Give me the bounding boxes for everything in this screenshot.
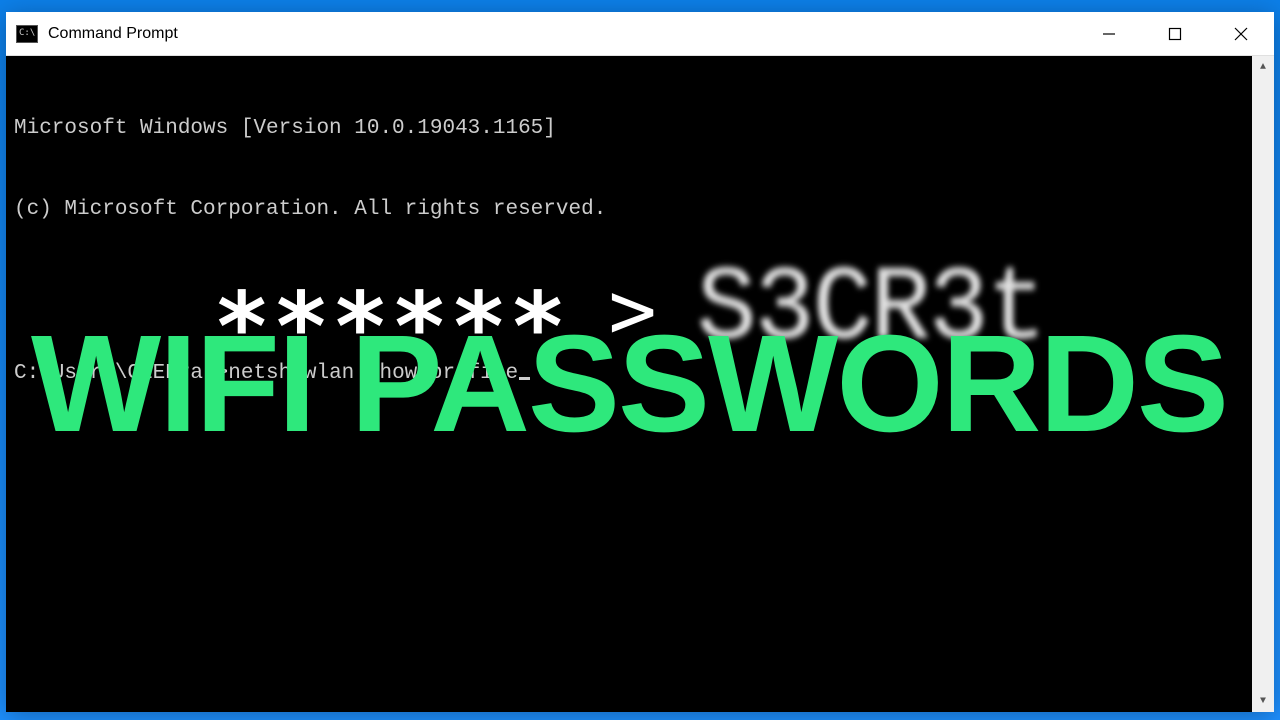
scroll-down-arrow-icon[interactable]: ▼ <box>1252 690 1274 712</box>
headline-text: SHOW ALL WIFI PASSWORDS <box>6 56 1252 702</box>
scroll-track[interactable] <box>1252 78 1274 690</box>
window-controls <box>1076 12 1274 55</box>
minimize-button[interactable] <box>1076 12 1142 55</box>
cmd-icon: C:\ <box>16 25 38 43</box>
command-prompt-window: C:\ Command Prompt Microsoft Windows [Ve… <box>6 12 1274 712</box>
maximize-button[interactable] <box>1142 12 1208 55</box>
close-button[interactable] <box>1208 12 1274 55</box>
window-title: Command Prompt <box>48 25 178 43</box>
titlebar-left: C:\ Command Prompt <box>6 25 178 43</box>
vertical-scrollbar[interactable]: ▲ ▼ <box>1252 56 1274 712</box>
headline-line-2: WIFI PASSWORDS <box>6 321 1252 448</box>
titlebar[interactable]: C:\ Command Prompt <box>6 12 1274 56</box>
headline-line-1: SHOW ALL <box>6 56 1252 67</box>
terminal-area[interactable]: Microsoft Windows [Version 10.0.19043.11… <box>6 56 1274 712</box>
scroll-up-arrow-icon[interactable]: ▲ <box>1252 56 1274 78</box>
